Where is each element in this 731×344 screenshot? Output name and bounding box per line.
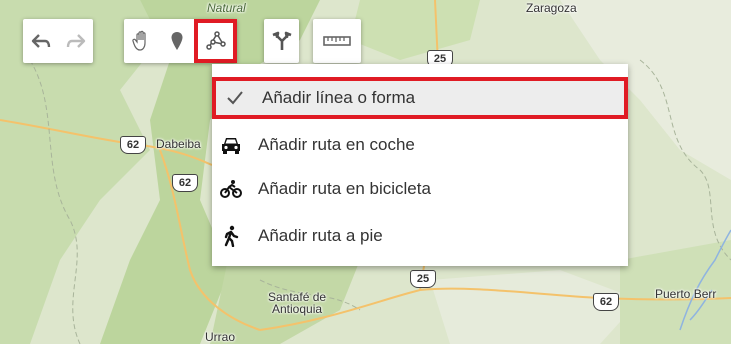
toolbar-directions-group <box>264 19 299 63</box>
ruler-icon <box>323 36 351 46</box>
place-label-dabeiba: Dabeiba <box>156 137 201 151</box>
undo-arrow-icon <box>31 34 50 48</box>
checkmark-icon <box>220 90 250 106</box>
toolbar-tools-group <box>124 19 237 63</box>
place-label-puerto: Puerto Berr <box>655 287 717 301</box>
redo-arrow-icon <box>66 34 85 48</box>
draw-tool-menu: Añadir línea o forma Añadir ruta en coch… <box>212 64 628 266</box>
menu-item-add-bicycle-route[interactable]: Añadir ruta en bicicleta <box>212 168 628 210</box>
place-label-urrao: Urrao <box>205 330 236 344</box>
place-label-natural: Natural <box>207 1 246 15</box>
road-shield-62: 62 <box>593 293 619 311</box>
undo-button[interactable] <box>23 19 58 63</box>
walking-icon <box>216 225 246 247</box>
toolbar-history-group <box>23 19 93 63</box>
draw-line-button[interactable] <box>194 19 237 63</box>
directions-fork-icon <box>272 31 291 50</box>
menu-item-add-driving-route[interactable]: Añadir ruta en coche <box>212 124 628 166</box>
menu-item-add-line-shape[interactable]: Añadir línea o forma <box>212 77 628 119</box>
road-shield-62: 62 <box>172 174 198 192</box>
measure-distance-button[interactable] <box>313 19 361 63</box>
redo-button[interactable] <box>58 19 93 63</box>
hand-icon <box>131 30 146 51</box>
menu-item-label: Añadir ruta en coche <box>258 135 415 154</box>
add-marker-button[interactable] <box>159 19 194 63</box>
menu-item-label: Añadir línea o forma <box>262 88 416 107</box>
menu-item-label: Añadir ruta a pie <box>258 226 383 245</box>
toolbar-measure-group <box>313 19 361 63</box>
pan-hand-button[interactable] <box>124 19 159 63</box>
bicycle-icon <box>216 179 246 199</box>
marker-pin-icon <box>171 32 182 50</box>
place-label-zaragoza: Zaragoza <box>526 1 577 15</box>
directions-button[interactable] <box>264 19 299 63</box>
road-shield-25: 25 <box>410 270 436 288</box>
place-label-santafe: Santafé de Antioquia <box>268 290 327 316</box>
road-shield-62: 62 <box>120 136 146 154</box>
menu-item-add-walking-route[interactable]: Añadir ruta a pie <box>212 215 628 257</box>
car-icon <box>216 136 246 154</box>
draw-line-icon <box>205 31 226 50</box>
menu-item-label: Añadir ruta en bicicleta <box>258 179 431 198</box>
